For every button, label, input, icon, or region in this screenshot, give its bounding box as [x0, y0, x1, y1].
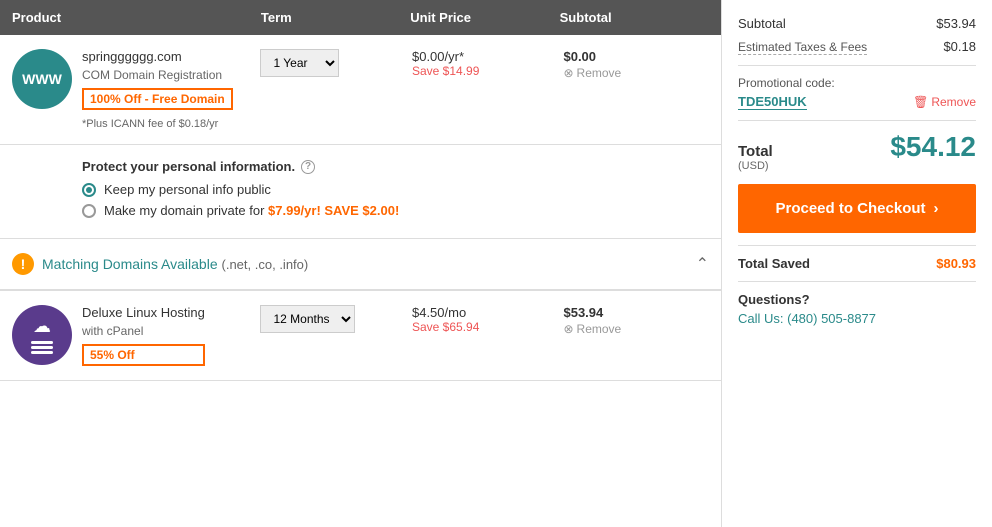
sidebar-subtotal-row: Subtotal $53.94 — [738, 16, 976, 31]
domain-price-save: Save $14.99 — [412, 64, 558, 78]
hosting-product-info: ☁ Deluxe Linux Hosting with cPanel 55% O… — [12, 305, 254, 366]
sidebar-subtotal-label: Subtotal — [738, 16, 786, 31]
sidebar-total-label-group: Total (USD) — [738, 143, 773, 172]
hosting-unit-price: $4.50/mo Save $65.94 — [412, 305, 558, 334]
hosting-remove-circle-icon: ⊗ — [563, 322, 573, 336]
radio-public-circle[interactable] — [82, 183, 96, 197]
matching-sub: (.net, .co, .info) — [222, 257, 309, 272]
trash-icon: 🗑 — [913, 95, 928, 109]
domain-product-details: springggggg.com COM Domain Registration … — [82, 49, 233, 130]
domain-term-dropdown[interactable]: 1 Year 2 Years 3 Years — [260, 49, 339, 77]
domain-subtotal-amount: $0.00 — [563, 49, 709, 64]
checkout-button[interactable]: Proceed to Checkout › — [738, 184, 976, 233]
sidebar-taxes-value: $0.18 — [943, 39, 976, 55]
domain-unit-price: $0.00/yr* Save $14.99 — [412, 49, 558, 78]
sidebar-divider-3 — [738, 245, 976, 246]
sidebar-divider-1 — [738, 65, 976, 66]
hosting-product-details: Deluxe Linux Hosting with cPanel 55% Off — [82, 305, 205, 366]
hosting-remove-link[interactable]: ⊗ Remove — [563, 322, 709, 336]
sidebar-total-saved-value: $80.93 — [936, 256, 976, 271]
sidebar-total-amount: $54.12 — [890, 131, 976, 163]
warning-icon: ! — [12, 253, 34, 275]
domain-price-value: $0.00/yr* — [412, 49, 558, 64]
personal-info-title: Protect your personal information. ? — [82, 159, 709, 174]
domain-type: COM Domain Registration — [82, 68, 233, 82]
sidebar-questions-title: Questions? — [738, 292, 976, 307]
sidebar-questions-section: Questions? Call Us: (480) 505-8877 — [738, 292, 976, 326]
domain-discount-badge: 100% Off - Free Domain — [82, 88, 233, 110]
sidebar-total-row: Total (USD) $54.12 — [738, 131, 976, 172]
checkout-label: Proceed to Checkout — [775, 200, 925, 217]
lines-icon — [31, 341, 53, 354]
hosting-term-select[interactable]: 12 Months 24 Months 36 Months — [260, 305, 406, 333]
sidebar-total-saved-label: Total Saved — [738, 256, 810, 271]
hosting-product-row: ☁ Deluxe Linux Hosting with cPanel 55% O… — [0, 291, 721, 381]
domain-term-select[interactable]: 1 Year 2 Years 3 Years — [260, 49, 406, 77]
www-icon: WWW — [12, 49, 72, 109]
radio-public-option[interactable]: Keep my personal info public — [82, 182, 709, 197]
sidebar-subtotal-value: $53.94 — [936, 16, 976, 31]
col-term: Term — [261, 10, 410, 25]
remove-circle-icon: ⊗ — [563, 66, 573, 80]
hosting-subtotal-amount: $53.94 — [563, 305, 709, 320]
sidebar-divider-2 — [738, 120, 976, 121]
icann-note: *Plus ICANN fee of $0.18/yr — [82, 118, 233, 130]
sidebar-promo-code-row: TDE50HUK 🗑 Remove — [738, 94, 976, 110]
sidebar-phone-link[interactable]: Call Us: (480) 505-8877 — [738, 311, 876, 326]
hosting-price-save: Save $65.94 — [412, 320, 558, 334]
matching-text: Matching Domains Available (.net, .co, .… — [42, 256, 308, 272]
checkout-arrow-icon: › — [934, 200, 939, 217]
help-icon[interactable]: ? — [301, 160, 315, 174]
cloud-icon: ☁ — [33, 316, 51, 337]
domain-remove-link[interactable]: ⊗ Remove — [563, 66, 709, 80]
sidebar-total-saved-row: Total Saved $80.93 — [738, 256, 976, 271]
sidebar-divider-4 — [738, 281, 976, 282]
domain-subtotal: $0.00 ⊗ Remove — [563, 49, 709, 80]
sidebar-total-usd: (USD) — [738, 160, 773, 172]
hosting-term-dropdown[interactable]: 12 Months 24 Months 36 Months — [260, 305, 355, 333]
personal-info-section: Protect your personal information. ? Kee… — [0, 145, 721, 239]
matching-text-main: Matching Domains Available — [42, 256, 218, 272]
sidebar-promo-row: Promotional code: TDE50HUK 🗑 Remove — [738, 76, 976, 110]
sidebar-remove-promo[interactable]: 🗑 Remove — [913, 95, 976, 109]
radio-private-circle[interactable] — [82, 204, 96, 218]
domain-product-row: WWW springggggg.com COM Domain Registrat… — [0, 35, 721, 145]
col-subtotal: Subtotal — [560, 10, 709, 25]
col-unit-price: Unit Price — [410, 10, 559, 25]
chevron-up-icon[interactable]: ⌃ — [696, 254, 709, 274]
matching-left: ! Matching Domains Available (.net, .co,… — [12, 253, 308, 275]
radio-private-option[interactable]: Make my domain private for $7.99/yr! SAV… — [82, 203, 709, 218]
hosting-price-value: $4.50/mo — [412, 305, 558, 320]
col-product: Product — [12, 10, 261, 25]
sidebar-promo-label: Promotional code: — [738, 76, 976, 90]
option2-prefix: Make my domain private for — [104, 203, 268, 218]
domain-name: springggggg.com — [82, 49, 233, 64]
sidebar-promo-code: TDE50HUK — [738, 94, 807, 110]
sidebar: Subtotal $53.94 Estimated Taxes & Fees $… — [722, 0, 992, 527]
matching-domains-banner[interactable]: ! Matching Domains Available (.net, .co,… — [0, 239, 721, 291]
hosting-subtotal: $53.94 ⊗ Remove — [563, 305, 709, 336]
domain-product-info: WWW springggggg.com COM Domain Registrat… — [12, 49, 254, 130]
sidebar-total-label: Total — [738, 143, 773, 160]
hosting-name2: with cPanel — [82, 324, 205, 338]
hosting-icon: ☁ — [12, 305, 72, 365]
table-header: Product Term Unit Price Subtotal — [0, 0, 721, 35]
hosting-name: Deluxe Linux Hosting — [82, 305, 205, 320]
sidebar-taxes-label: Estimated Taxes & Fees — [738, 39, 867, 55]
sidebar-taxes-row: Estimated Taxes & Fees $0.18 — [738, 39, 976, 55]
option2-price: $7.99/yr! SAVE $2.00! — [268, 203, 399, 218]
hosting-discount-badge: 55% Off — [82, 344, 205, 366]
